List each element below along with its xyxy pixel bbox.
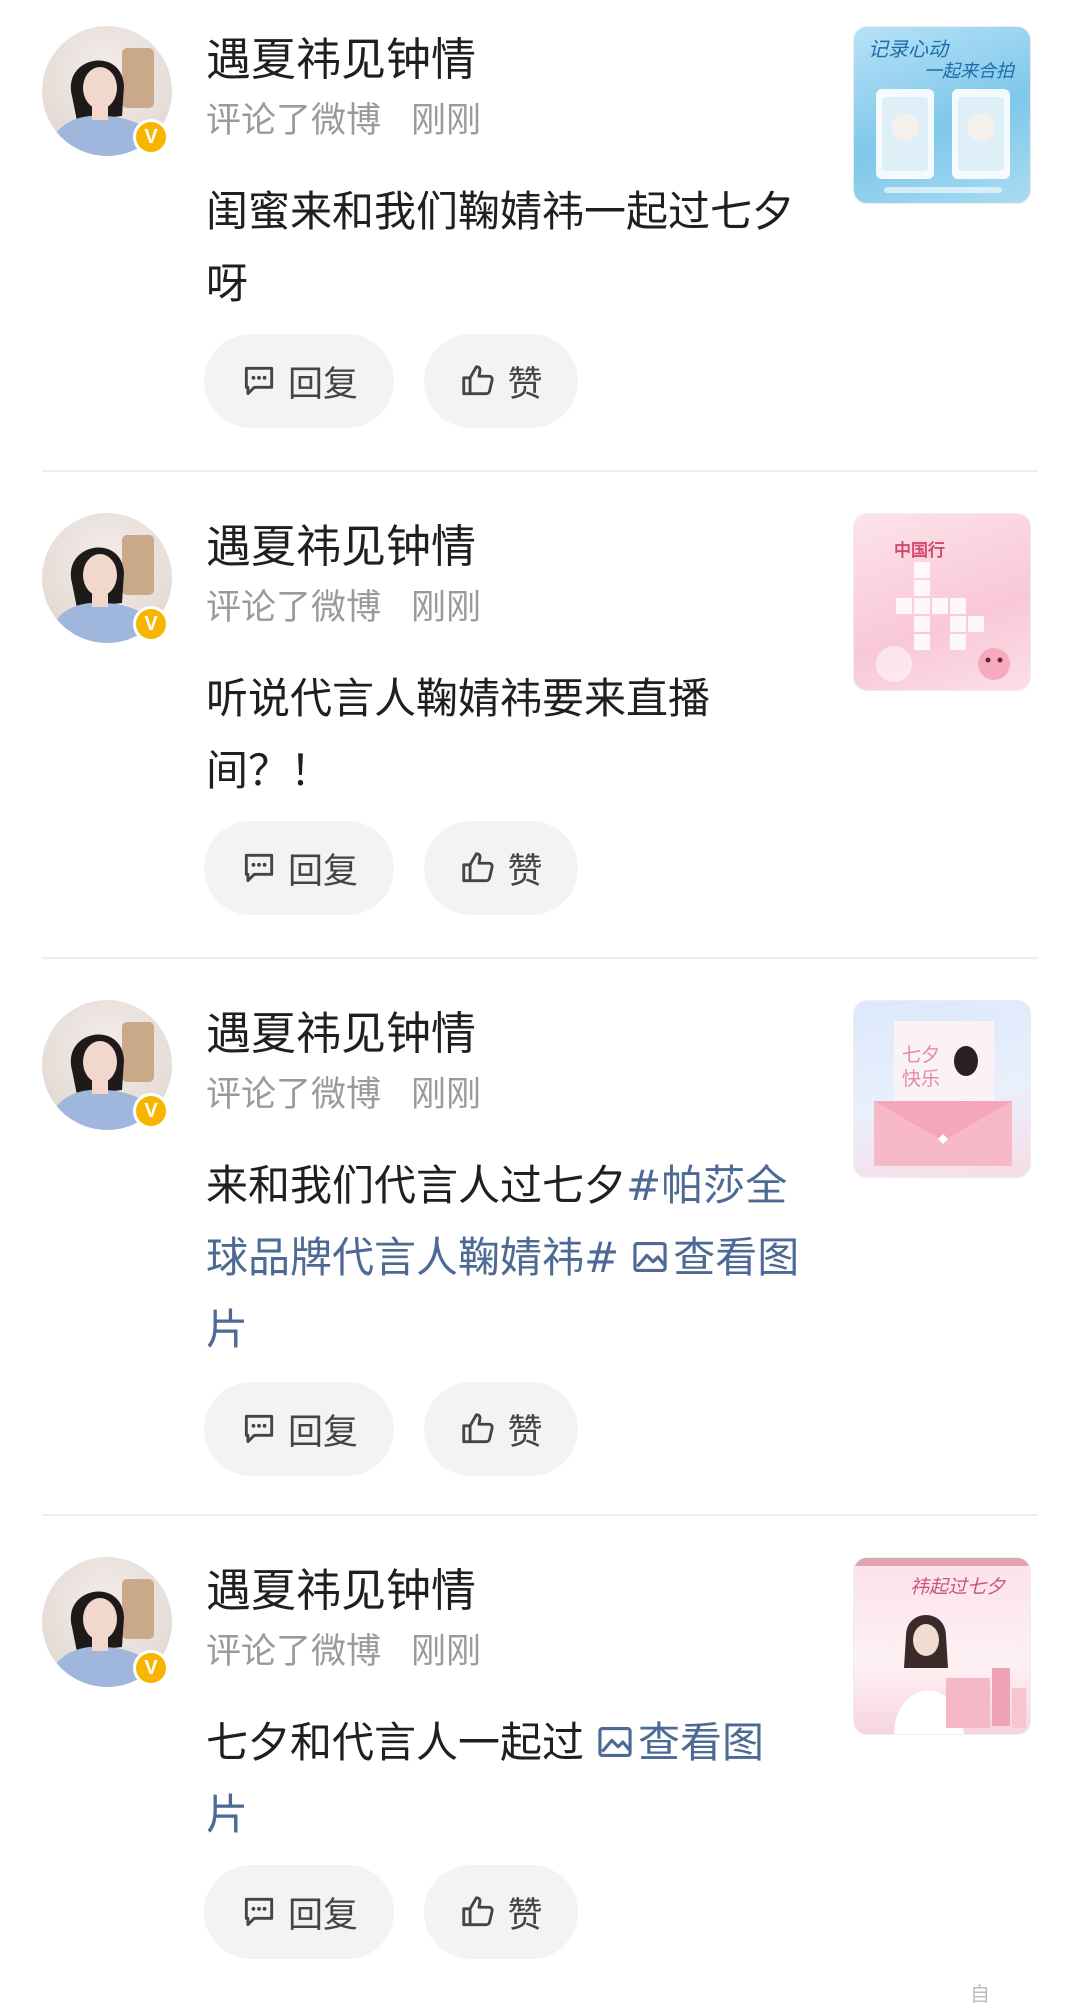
- divider: [42, 1514, 1038, 1516]
- comment-meta: 评论了微博 刚刚: [206, 585, 481, 631]
- timestamp: 刚刚: [411, 1632, 482, 1672]
- reply-label: 回复: [287, 1895, 358, 1936]
- verified-badge-icon: V: [133, 1093, 169, 1129]
- image-icon: [633, 1241, 667, 1273]
- like-label: 赞: [507, 1412, 543, 1453]
- like-button[interactable]: 赞: [424, 1382, 578, 1476]
- reply-button[interactable]: 回复: [204, 1865, 394, 1959]
- verified-badge-icon: V: [133, 606, 169, 642]
- divider: [42, 470, 1038, 472]
- envelope-card-icon: [874, 1021, 1012, 1166]
- thumbs-up-icon: [462, 365, 495, 396]
- thumbnail-caption: 中国行: [894, 541, 945, 561]
- timestamp: 刚刚: [411, 1075, 482, 1115]
- author-name[interactable]: 遇夏祎见钟情: [206, 1002, 476, 1066]
- like-button[interactable]: 赞: [424, 334, 578, 428]
- action-label: 评论了微博: [206, 101, 382, 141]
- like-button[interactable]: 赞: [424, 821, 578, 915]
- comment-icon: [244, 1897, 274, 1927]
- divider: [42, 957, 1038, 959]
- verified-badge-icon: V: [133, 1650, 169, 1686]
- post-thumbnail[interactable]: 七夕 快乐: [853, 1000, 1031, 1178]
- comment-meta: 评论了微博 刚刚: [206, 98, 481, 144]
- action-label: 评论了微博: [206, 1632, 382, 1672]
- post-thumbnail[interactable]: 祎起过七夕: [853, 1557, 1031, 1735]
- reply-button[interactable]: 回复: [204, 334, 394, 428]
- comment-item: V 遇夏祎见钟情 评论了微博 刚刚 闺蜜来和我们鞠婧祎一起过七夕呀 回复 赞 记…: [0, 0, 1080, 470]
- post-thumbnail[interactable]: 中国行: [853, 513, 1031, 691]
- action-label: 评论了微博: [206, 1075, 382, 1115]
- author-name[interactable]: 遇夏祎见钟情: [206, 515, 476, 579]
- watermark: 自: [970, 1984, 990, 2006]
- thumbs-up-icon: [462, 1413, 495, 1444]
- author-name[interactable]: 遇夏祎见钟情: [206, 28, 476, 92]
- comment-icon: [244, 366, 274, 396]
- comment-text[interactable]: 闺蜜来和我们鞠婧祎一起过七夕呀: [206, 176, 806, 320]
- comment-body: 来和我们代言人过七夕: [206, 1161, 627, 1210]
- thumbs-up-icon: [462, 1896, 495, 1927]
- like-label: 赞: [507, 1895, 543, 1936]
- like-label: 赞: [507, 364, 543, 405]
- comment-item: V 遇夏祎见钟情 评论了微博 刚刚 听说代言人鞠婧祎要来直播间？！ 回复 赞 中…: [0, 487, 1080, 957]
- image-icon: [598, 1726, 632, 1758]
- reply-button[interactable]: 回复: [204, 821, 394, 915]
- reply-button[interactable]: 回复: [204, 1382, 394, 1476]
- post-thumbnail[interactable]: 记录心动 一起来合拍: [853, 26, 1031, 204]
- reply-label: 回复: [287, 364, 358, 405]
- timestamp: 刚刚: [411, 588, 482, 628]
- thumbnail-caption: 七夕 快乐: [902, 1044, 941, 1090]
- timestamp: 刚刚: [411, 101, 482, 141]
- comment-item: V 遇夏祎见钟情 评论了微博 刚刚 七夕和代言人一起过 查看图片 回复 赞 祎起…: [0, 1531, 1080, 2010]
- comment-meta: 评论了微博 刚刚: [206, 1629, 481, 1675]
- thumbnail-caption: 祎起过七夕: [910, 1576, 1006, 1598]
- comment-item: V 遇夏祎见钟情 评论了微博 刚刚 来和我们代言人过七夕#帕莎全球品牌代言人鞠婧祎…: [0, 974, 1080, 1514]
- comment-icon: [244, 853, 274, 883]
- comment-icon: [244, 1414, 274, 1444]
- reply-label: 回复: [287, 1412, 358, 1453]
- like-button[interactable]: 赞: [424, 1865, 578, 1959]
- thumbnail-caption-2: 一起来合拍: [924, 61, 1014, 82]
- like-label: 赞: [507, 851, 543, 892]
- comment-text: 七夕和代言人一起过 查看图片: [206, 1707, 806, 1851]
- comment-text[interactable]: 听说代言人鞠婧祎要来直播间？！: [206, 663, 806, 807]
- verified-badge-icon: V: [133, 119, 169, 155]
- action-label: 评论了微博: [206, 588, 382, 628]
- thumbs-up-icon: [462, 852, 495, 883]
- comment-meta: 评论了微博 刚刚: [206, 1072, 481, 1118]
- author-name[interactable]: 遇夏祎见钟情: [206, 1559, 476, 1623]
- reply-label: 回复: [287, 851, 358, 892]
- comment-body: 七夕和代言人一起过: [206, 1718, 585, 1767]
- comment-text: 来和我们代言人过七夕#帕莎全球品牌代言人鞠婧祎# 查看图片: [206, 1150, 806, 1366]
